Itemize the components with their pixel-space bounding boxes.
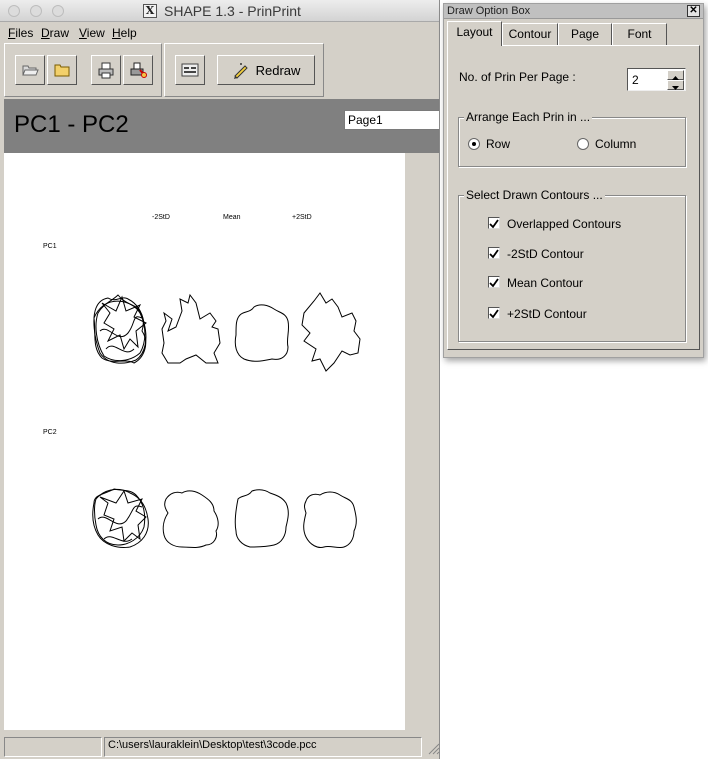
arrange-group-label: Arrange Each Prin in ...	[464, 110, 593, 124]
tab-page[interactable]: Page	[558, 23, 612, 45]
plus2std-contour-label[interactable]: +2StD Contour	[507, 307, 587, 321]
tab-font[interactable]: Font	[612, 23, 667, 45]
title-bar[interactable]: X SHAPE 1.3 - PrinPrint	[0, 0, 439, 22]
column-label-minus2std: -2StD	[152, 214, 170, 221]
menu-help-label: elp	[120, 26, 137, 40]
checkmark-icon	[489, 249, 499, 259]
column-label-plus2std: +2StD	[292, 214, 312, 221]
minus2std-contour-checkbox[interactable]	[488, 247, 500, 259]
prin-per-page-label: No. of Prin Per Page :	[459, 70, 576, 84]
spin-down-button[interactable]	[667, 80, 684, 90]
checkmark-icon	[489, 219, 499, 229]
draw-option-box: Draw Option Box ✕ Layout Contour Page Fo…	[443, 3, 704, 358]
toolbar-group-draw: Redraw	[164, 43, 324, 97]
resize-grip-icon[interactable]	[426, 741, 440, 755]
print-setup-button[interactable]	[123, 55, 153, 85]
arrange-column-radio[interactable]	[577, 138, 589, 150]
pc1-plus2std-contour	[301, 292, 361, 372]
status-cell-left	[4, 737, 102, 757]
x11-app-icon: X	[143, 4, 157, 18]
menu-bar: Files Draw View Help	[0, 24, 439, 42]
pc1-mean-contour	[234, 304, 290, 362]
pc2-minus2std-contour	[162, 490, 219, 548]
option-box-title: Draw Option Box	[447, 5, 531, 17]
tab-layout[interactable]: Layout	[447, 21, 502, 46]
main-window: X SHAPE 1.3 - PrinPrint Files Draw View …	[0, 0, 440, 759]
page-settings-button[interactable]	[175, 55, 205, 85]
print-setup-icon	[130, 62, 147, 78]
tab-font-label: Font	[627, 27, 652, 41]
redraw-label: Redraw	[255, 62, 301, 78]
printer-icon	[98, 62, 114, 79]
tab-contour-label: Contour	[508, 27, 552, 41]
redraw-button[interactable]: Redraw	[217, 55, 315, 85]
prin-per-page-stepper[interactable]: 2	[627, 68, 686, 91]
open-folder-icon	[22, 65, 39, 76]
toolbar-group-file	[4, 43, 162, 97]
overlapped-contours-label[interactable]: Overlapped Contours	[507, 217, 621, 231]
folder-icon	[54, 64, 70, 77]
menu-files-label: iles	[15, 26, 34, 40]
menu-help[interactable]: Help	[112, 26, 137, 40]
checkmark-icon	[489, 309, 499, 319]
arrange-row-label[interactable]: Row	[486, 137, 510, 151]
canvas-area: -2StD Mean +2StD PC1 PC2	[4, 153, 439, 730]
tab-layout-label: Layout	[456, 25, 493, 39]
status-bar: C:\users\lauraklein\Desktop\test\3code.p…	[4, 737, 440, 757]
folder-button[interactable]	[47, 55, 77, 85]
plus2std-contour-checkbox[interactable]	[488, 307, 500, 319]
header-band: PC1 - PC2 Page1	[4, 99, 439, 153]
pc1-overlapped-contours	[93, 294, 147, 364]
prin-per-page-value[interactable]: 2	[632, 73, 639, 87]
menu-draw-accel: D	[41, 26, 50, 40]
tab-page-label: Page	[570, 27, 600, 41]
pencil-icon	[233, 63, 248, 79]
print-page-drawing: -2StD Mean +2StD PC1 PC2	[43, 214, 361, 549]
overlapped-contours-checkbox[interactable]	[488, 217, 500, 229]
radio-selected-dot	[472, 142, 476, 146]
menu-view-label: iew	[86, 26, 105, 40]
pc2-mean-contour	[234, 489, 289, 548]
mean-contour-checkbox[interactable]	[488, 276, 500, 288]
option-box-title-bar[interactable]: Draw Option Box ✕	[444, 4, 703, 19]
spin-up-button[interactable]	[667, 70, 684, 80]
settings-panel-icon	[181, 63, 199, 77]
pc2-plus2std-contour	[303, 491, 357, 549]
row-label-pc2: PC2	[43, 429, 57, 436]
tab-contour[interactable]: Contour	[502, 23, 558, 45]
menu-help-accel: H	[112, 26, 121, 40]
toolbar: Redraw	[4, 43, 439, 97]
zoom-window-button[interactable]	[52, 5, 64, 17]
arrange-column-label[interactable]: Column	[595, 137, 636, 151]
print-button[interactable]	[91, 55, 121, 85]
menu-draw-label: raw	[49, 26, 70, 40]
close-icon[interactable]: ✕	[687, 5, 700, 17]
pc2-overlapped-contours	[92, 488, 149, 548]
print-page: -2StD Mean +2StD PC1 PC2	[4, 153, 405, 730]
status-file-path: C:\users\lauraklein\Desktop\test\3code.p…	[108, 739, 317, 751]
mean-contour-label[interactable]: Mean Contour	[507, 276, 583, 290]
minimize-window-button[interactable]	[30, 5, 42, 17]
row-label-pc1: PC1	[43, 243, 57, 250]
arrow-down-icon	[672, 86, 679, 90]
menu-view[interactable]: View	[79, 26, 105, 40]
close-window-button[interactable]	[8, 5, 20, 17]
pc1-minus2std-contour	[161, 293, 221, 364]
arrange-row-radio[interactable]	[468, 138, 480, 150]
minus2std-contour-label[interactable]: -2StD Contour	[507, 247, 584, 261]
menu-view-accel: V	[79, 26, 87, 40]
window-title: SHAPE 1.3 - PrinPrint	[164, 3, 301, 19]
menu-draw[interactable]: Draw	[41, 26, 69, 40]
column-label-mean: Mean	[223, 214, 241, 221]
menu-files[interactable]: Files	[8, 26, 33, 40]
page-select[interactable]: Page1	[344, 110, 439, 130]
contours-group-label: Select Drawn Contours ...	[464, 188, 605, 202]
checkmark-icon	[489, 278, 499, 288]
page-heading: PC1 - PC2	[14, 111, 129, 138]
open-file-button[interactable]	[15, 55, 45, 85]
